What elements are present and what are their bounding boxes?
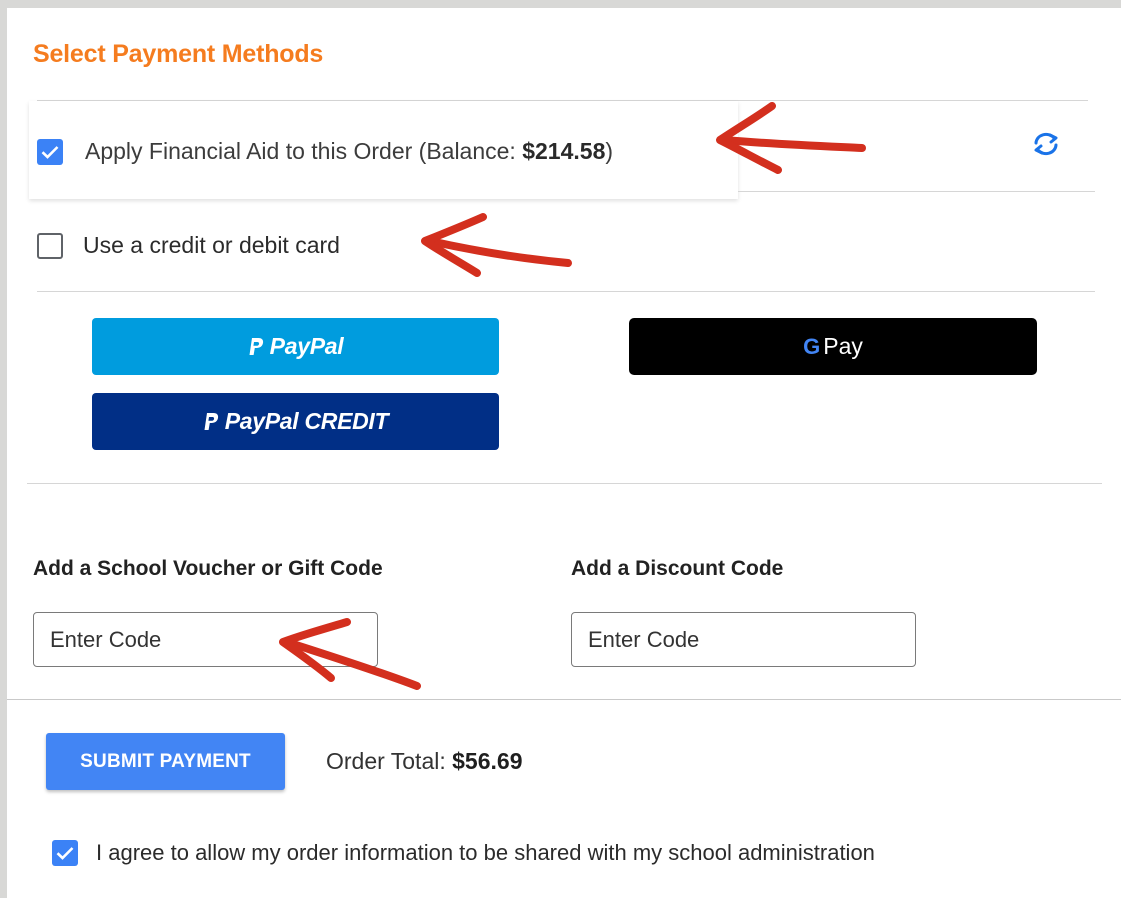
agree-checkbox[interactable] (52, 840, 78, 866)
paypal-label: PayPal (269, 333, 344, 359)
voucher-code-input[interactable] (33, 612, 378, 667)
financial-aid-row[interactable]: Apply Financial Aid to this Order (Balan… (37, 138, 613, 165)
google-pay-label: Pay (823, 333, 863, 359)
google-pay-button[interactable]: G Pay (629, 318, 1037, 375)
checkmark-icon (56, 847, 74, 860)
divider (27, 483, 1102, 484)
voucher-label: Add a School Voucher or Gift Code (33, 557, 383, 580)
financial-aid-balance: $214.58 (522, 138, 606, 164)
discount-label: Add a Discount Code (571, 557, 784, 580)
agree-row[interactable]: I agree to allow my order information to… (52, 840, 875, 866)
divider (7, 699, 1121, 700)
paypal-button[interactable]: PayPal (92, 318, 499, 375)
checkmark-icon (41, 145, 59, 159)
order-total: Order Total: $56.69 (326, 748, 523, 775)
google-g-icon: G (803, 333, 821, 359)
page-title: Select Payment Methods (33, 40, 324, 68)
financial-aid-label-suffix: ) (605, 138, 614, 164)
discount-code-input[interactable] (571, 612, 916, 667)
paypal-credit-label: PayPal CREDIT (224, 408, 389, 434)
paypal-logo-icon (249, 337, 263, 355)
divider (37, 291, 1095, 292)
financial-aid-checkbox[interactable] (37, 138, 63, 165)
agree-label: I agree to allow my order information to… (96, 840, 875, 865)
order-total-value: $56.69 (452, 748, 523, 774)
financial-aid-label: Apply Financial Aid to this Order (Balan… (85, 138, 613, 165)
credit-card-label: Use a credit or debit card (83, 232, 340, 258)
financial-aid-label-prefix: Apply Financial Aid to this Order (Balan… (85, 138, 523, 164)
submit-payment-button[interactable]: SUBMIT PAYMENT (46, 733, 285, 790)
divider (738, 191, 1095, 192)
refresh-icon[interactable] (1030, 130, 1062, 158)
paypal-logo-icon (204, 412, 218, 430)
credit-card-checkbox[interactable] (37, 232, 63, 259)
credit-card-row[interactable]: Use a credit or debit card (37, 232, 340, 259)
paypal-credit-button[interactable]: PayPal CREDIT (92, 393, 499, 450)
order-total-label: Order Total: (326, 748, 453, 774)
